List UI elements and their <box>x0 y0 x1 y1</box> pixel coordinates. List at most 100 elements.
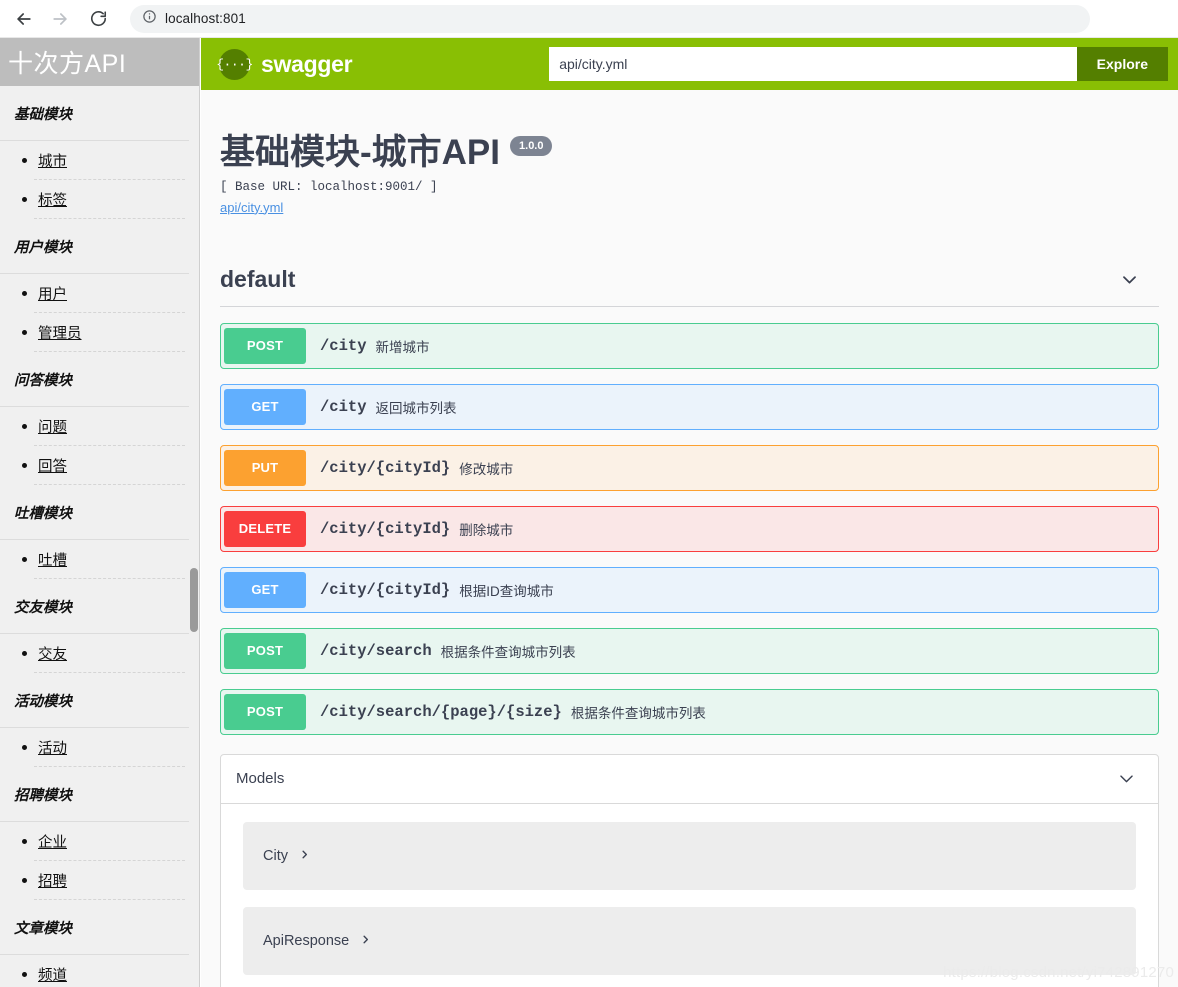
swagger-wordmark: swagger <box>261 50 353 77</box>
back-button[interactable] <box>8 3 40 35</box>
sidebar-item-link[interactable]: 回答 <box>38 459 67 475</box>
tag-header[interactable]: default <box>220 266 1159 307</box>
sidebar-nav: 基础模块 城市 标签 用户模块 用户 管理员 问答模块 问题 回答 吐槽模块 吐槽 交友模块 交友 活动模… <box>0 86 199 987</box>
sidebar-group-items: 频道栏目文章 <box>0 955 199 987</box>
http-method-badge: POST <box>224 693 306 730</box>
spec-url-form: Explore <box>549 47 1168 81</box>
list-item[interactable]: 回答 <box>0 446 199 485</box>
list-item[interactable]: 用户 <box>0 274 199 313</box>
sidebar-item-link[interactable]: 问题 <box>38 420 67 436</box>
sidebar-scrollbar[interactable] <box>189 86 199 987</box>
operation-summary: 返回城市列表 <box>375 400 457 416</box>
operation-summary: 新增城市 <box>375 339 430 355</box>
version-badge: 1.0.0 <box>510 136 553 157</box>
models-header[interactable]: Models <box>221 755 1158 804</box>
sidebar-item-link[interactable]: 标签 <box>38 193 67 209</box>
operation-row[interactable]: GET/city/{cityId} 根据ID查询城市 <box>220 566 1159 613</box>
base-url-text: [ Base URL: localhost:9001/ ] <box>220 179 438 194</box>
sidebar-group: 用户模块用户管理员 <box>0 219 199 352</box>
chevron-right-icon[interactable] <box>360 933 371 948</box>
sidebar-group-items: 问题 回答 <box>0 407 199 485</box>
list-item[interactable]: 吐槽 <box>0 540 199 579</box>
operation-row[interactable]: DELETE/city/{cityId} 删除城市 <box>220 505 1159 552</box>
chevron-down-icon[interactable] <box>1119 269 1139 289</box>
explore-button[interactable]: Explore <box>1076 47 1168 81</box>
model-name: ApiResponse <box>263 932 350 949</box>
sidebar-group-title: 用户模块 <box>0 219 199 274</box>
page-title: 基础模块-城市API 1.0.0 <box>220 133 1178 173</box>
operation-summary: 删除城市 <box>459 522 514 538</box>
list-item[interactable]: 活动 <box>0 728 199 767</box>
http-method-badge: GET <box>224 571 306 608</box>
sidebar-group: 活动模块 活动 <box>0 673 199 767</box>
operation-summary: 根据条件查询城市列表 <box>440 644 576 660</box>
sidebar-item-link[interactable]: 招聘 <box>38 874 67 890</box>
forward-arrow-icon <box>50 9 70 29</box>
list-item[interactable]: 交友 <box>0 634 199 673</box>
swagger-logo[interactable]: {···} swagger <box>216 48 353 80</box>
sidebar-group-title: 吐槽模块 <box>0 485 199 540</box>
list-item[interactable]: 标签 <box>0 180 199 219</box>
http-method-badge: POST <box>224 327 306 364</box>
chevron-down-icon[interactable] <box>1116 769 1136 789</box>
watermark-text: https://blog.csdn.net/yi742891270 <box>943 964 1174 981</box>
sidebar-scrollbar-thumb[interactable] <box>190 568 198 632</box>
sidebar-group-title: 招聘模块 <box>0 767 199 822</box>
list-item[interactable]: 城市 <box>0 141 199 180</box>
list-item[interactable]: 频道 <box>0 955 199 987</box>
operation-row[interactable]: GET/city 返回城市列表 <box>220 383 1159 430</box>
sidebar-item-link[interactable]: 交友 <box>38 647 67 663</box>
sidebar-item-link[interactable]: 管理员 <box>38 326 82 342</box>
reload-icon <box>89 9 108 28</box>
operation-path: /city/search/{page}/{size} <box>320 702 562 721</box>
sidebar-item-link[interactable]: 企业 <box>38 835 67 851</box>
operation-row[interactable]: POST/city/search 根据条件查询城市列表 <box>220 627 1159 674</box>
sidebar-header: 十次方API <box>0 38 199 86</box>
sidebar-group-title: 交友模块 <box>0 579 199 634</box>
swagger-content: 基础模块-城市API 1.0.0 [ Base URL: localhost:9… <box>201 90 1178 987</box>
model-name: City <box>263 847 288 864</box>
sidebar-title: 十次方API <box>8 50 127 78</box>
forward-button[interactable] <box>44 3 76 35</box>
spec-file-link[interactable]: api/city.yml <box>220 200 283 215</box>
list-item[interactable]: 招聘 <box>0 861 199 900</box>
sidebar-group-items: 吐槽 <box>0 540 199 579</box>
back-arrow-icon <box>14 9 34 29</box>
operation-summary: 根据ID查询城市 <box>459 583 554 599</box>
sidebar-item-link[interactable]: 吐槽 <box>38 553 67 569</box>
sidebar-group-items: 用户 管理员 <box>0 274 199 352</box>
sidebar-group: 交友模块交友 <box>0 579 199 673</box>
sidebar-group: 基础模块 城市 标签 <box>0 86 199 219</box>
operations-list: POST/city 新增城市 GET/city 返回城市列表 PUT/city/{cit… <box>220 322 1159 735</box>
operation-path: /city/search <box>320 641 432 660</box>
sidebar-group-title: 问答模块 <box>0 352 199 407</box>
spec-url-input[interactable] <box>549 47 1077 81</box>
operation-path: /city/{cityId} <box>320 519 451 538</box>
sidebar-item-link[interactable]: 活动 <box>38 741 67 757</box>
list-item[interactable]: 管理员 <box>0 313 199 352</box>
operation-summary: 根据条件查询城市列表 <box>570 705 706 721</box>
sidebar-item-link[interactable]: 城市 <box>38 154 67 170</box>
models-panel: Models City ApiResponse <box>220 753 1159 987</box>
operation-summary: 修改城市 <box>459 461 514 477</box>
operation-row[interactable]: POST/city/search/{page}/{size} 根据条件查询城市列表 <box>220 688 1159 735</box>
address-bar-text: localhost:801 <box>165 11 246 26</box>
operation-row[interactable]: PUT/city/{cityId} 修改城市 <box>220 444 1159 491</box>
reload-button[interactable] <box>82 3 114 35</box>
chevron-right-icon[interactable] <box>299 848 310 863</box>
sidebar-group-items: 城市 标签 <box>0 141 199 219</box>
swagger-topbar: {···} swagger Explore <box>201 38 1178 90</box>
sidebar-group: 招聘模块企业招聘 <box>0 767 199 900</box>
list-item[interactable]: 问题 <box>0 407 199 446</box>
sidebar-item-link[interactable]: 频道 <box>38 968 67 984</box>
address-bar[interactable]: localhost:801 <box>130 4 1090 33</box>
swagger-brace-icon: {···} <box>216 48 253 80</box>
model-box[interactable]: City <box>243 821 1136 890</box>
sidebar: 十次方API 基础模块 城市 标签 用户模块 用户 管理员 问答模块 问题 回答 吐槽模块 吐槽 交友… <box>0 38 200 987</box>
list-item[interactable]: 企业 <box>0 822 199 861</box>
sidebar-item-link[interactable]: 用户 <box>38 287 67 303</box>
http-method-badge: DELETE <box>224 510 306 547</box>
api-title-text: 基础模块-城市API <box>220 133 501 172</box>
info-circle-icon[interactable] <box>142 9 157 29</box>
operation-row[interactable]: POST/city 新增城市 <box>220 322 1159 369</box>
